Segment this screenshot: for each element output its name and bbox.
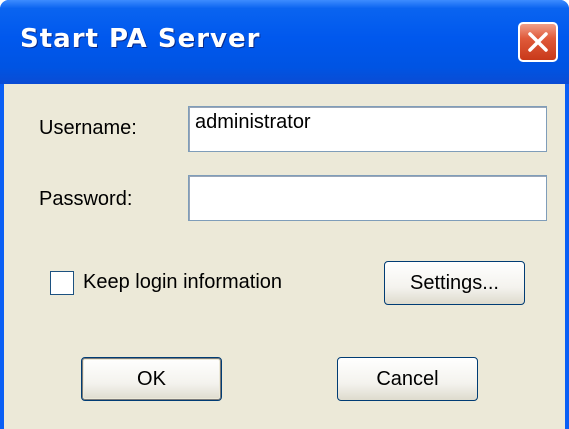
- keep-login-checkbox[interactable]: [50, 271, 74, 295]
- title-bar[interactable]: Start PA Server: [0, 0, 569, 84]
- ok-button[interactable]: OK: [81, 357, 222, 401]
- dialog-window: Start PA Server Username: administrator …: [0, 0, 569, 429]
- keep-login-label[interactable]: Keep login information: [83, 271, 282, 294]
- username-field[interactable]: administrator: [188, 106, 547, 152]
- close-icon: [528, 32, 548, 52]
- settings-button[interactable]: Settings...: [384, 261, 525, 305]
- window-title: Start PA Server: [20, 24, 261, 54]
- username-label: Username:: [39, 117, 137, 139]
- cancel-button[interactable]: Cancel: [337, 357, 478, 401]
- close-button[interactable]: [518, 22, 558, 62]
- password-label: Password:: [39, 188, 133, 210]
- dialog-body: Username: administrator Password: Keep l…: [4, 84, 565, 429]
- password-field[interactable]: [188, 175, 547, 221]
